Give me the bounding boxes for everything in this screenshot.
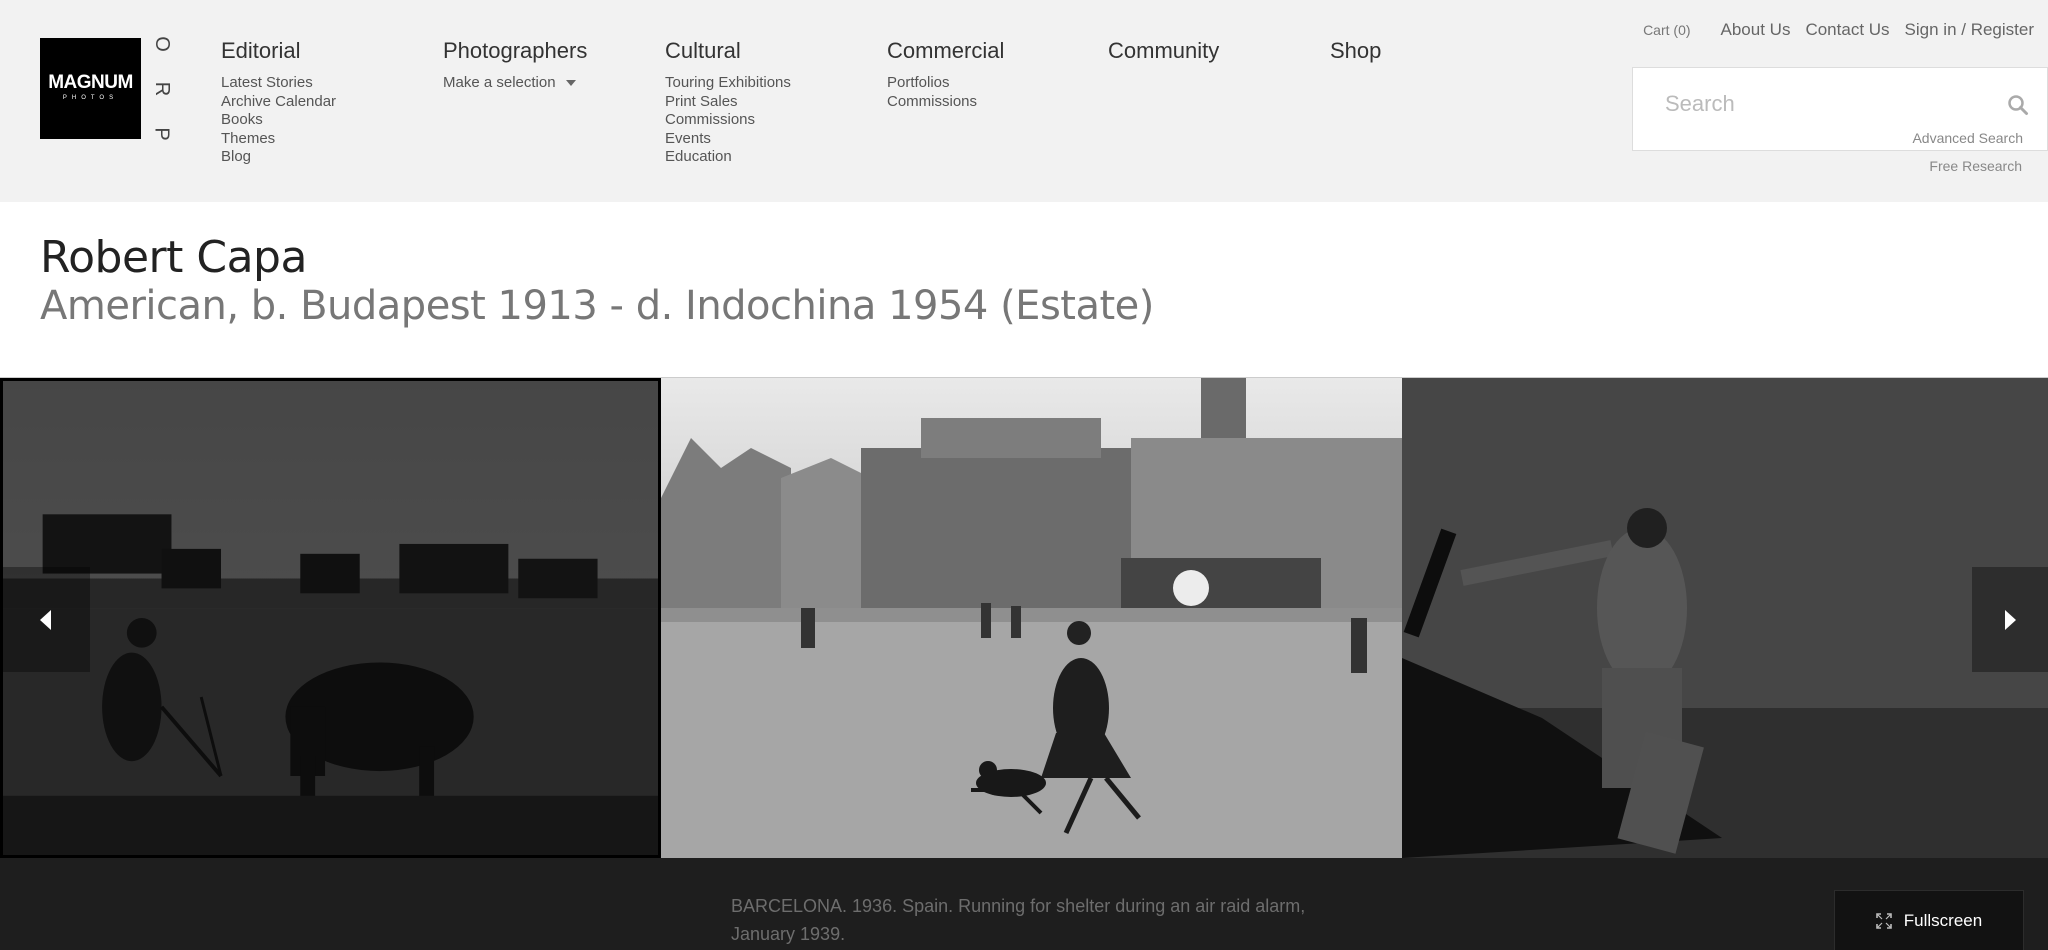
inactive-overlay — [3, 381, 658, 855]
photographer-bio: American, b. Budapest 1913 - d. Indochin… — [40, 283, 1154, 329]
search-input[interactable] — [1665, 90, 1985, 118]
photographer-select[interactable]: Make a selection — [443, 74, 663, 93]
chevron-down-icon — [565, 80, 576, 87]
nav-shop: Shop — [1330, 38, 1550, 64]
nav-link-books[interactable]: Books — [221, 111, 441, 130]
nav-community: Community — [1108, 38, 1328, 64]
nav-community-heading[interactable]: Community — [1108, 38, 1328, 64]
nav-shop-heading[interactable]: Shop — [1330, 38, 1550, 64]
utility-links: Cart (0) About Us Contact Us Sign in / R… — [1643, 20, 2034, 40]
logo-word: MAGNUM — [48, 72, 133, 93]
nav-link-print-sales[interactable]: Print Sales — [665, 93, 885, 112]
magnum-logo[interactable]: MAGNUM PHOTOS — [40, 38, 141, 139]
search-icon[interactable] — [2007, 94, 2029, 116]
nav-editorial-heading[interactable]: Editorial — [221, 38, 441, 64]
site-header: MAGNUM PHOTOS O R P Editorial Latest Sto… — [0, 0, 2048, 202]
nav-link-archive-calendar[interactable]: Archive Calendar — [221, 93, 441, 112]
expand-icon — [1875, 912, 1892, 929]
nav-link-touring-exhibitions[interactable]: Touring Exhibitions — [665, 74, 885, 93]
photo-carousel — [0, 377, 2048, 858]
nav-cultural-heading[interactable]: Cultural — [665, 38, 885, 64]
inactive-overlay — [1402, 378, 2048, 858]
fullscreen-button[interactable]: Fullscreen — [1834, 890, 2024, 950]
photo-caption: BARCELONA. 1936. Spain. Running for shel… — [731, 896, 1306, 944]
nav-link-events[interactable]: Events — [665, 130, 885, 149]
caption-bar: BARCELONA. 1936. Spain. Running for shel… — [0, 858, 2048, 950]
search-box: Advanced Search — [1632, 67, 2048, 151]
nav-link-education[interactable]: Education — [665, 148, 885, 167]
nav-cultural: Cultural Touring Exhibitions Print Sales… — [665, 38, 885, 167]
nav-link-blog[interactable]: Blog — [221, 148, 441, 167]
advanced-search-link[interactable]: Advanced Search — [1912, 130, 2023, 146]
photographer-select-label: Make a selection — [443, 74, 556, 91]
nav-photographers-heading[interactable]: Photographers — [443, 38, 663, 64]
nav-link-latest-stories[interactable]: Latest Stories — [221, 74, 441, 93]
nav-photographers: Photographers Make a selection — [443, 38, 663, 93]
pro-letter-o: O — [151, 36, 173, 52]
photographer-header: Robert Capa American, b. Budapest 1913 -… — [0, 202, 2048, 377]
carousel-image-active[interactable] — [661, 378, 1402, 858]
contact-us-link[interactable]: Contact Us — [1805, 20, 1889, 40]
nav-link-commercial-commissions[interactable]: Commissions — [887, 93, 1107, 112]
sign-in-register-link[interactable]: Sign in / Register — [1905, 20, 2034, 40]
active-photo-art — [661, 378, 1402, 858]
nav-editorial: Editorial Latest Stories Archive Calenda… — [221, 38, 441, 167]
carousel-image-previous[interactable] — [0, 378, 661, 858]
nav-commercial: Commercial Portfolios Commissions — [887, 38, 1107, 111]
nav-link-themes[interactable]: Themes — [221, 130, 441, 149]
pro-label: O R P — [150, 34, 174, 144]
photographer-name: Robert Capa — [40, 232, 307, 283]
free-research-link[interactable]: Free Research — [1929, 158, 2022, 174]
arrow-right-icon — [2004, 609, 2016, 630]
pro-letter-p: P — [151, 127, 173, 141]
nav-link-cultural-commissions[interactable]: Commissions — [665, 111, 885, 130]
pro-letter-r: R — [150, 81, 173, 97]
carousel-image-next[interactable] — [1402, 378, 2048, 858]
cart-link[interactable]: Cart (0) — [1643, 22, 1690, 38]
carousel-prev-button[interactable] — [0, 567, 90, 672]
carousel-next-button[interactable] — [1972, 567, 2048, 672]
nav-link-portfolios[interactable]: Portfolios — [887, 74, 1107, 93]
about-us-link[interactable]: About Us — [1721, 20, 1791, 40]
fullscreen-label: Fullscreen — [1903, 910, 1983, 930]
logo-subtitle: PHOTOS — [62, 95, 119, 101]
nav-commercial-heading[interactable]: Commercial — [887, 38, 1107, 64]
arrow-left-icon — [39, 609, 51, 630]
